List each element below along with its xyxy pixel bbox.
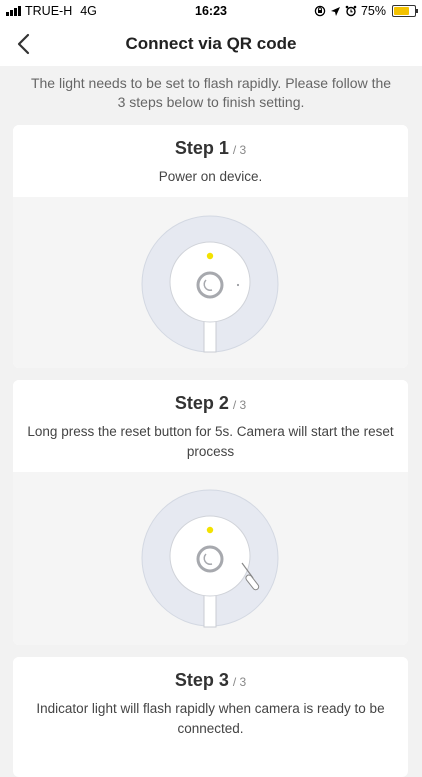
camera-power-on-illustration — [141, 215, 279, 353]
step-label: Step 3 — [174, 670, 229, 690]
step-title: Step 3/ 3 — [13, 657, 408, 693]
alarm-clock-icon — [345, 5, 357, 17]
step-total: / 3 — [232, 143, 247, 157]
step-illustration — [13, 472, 408, 645]
status-right: 75% — [314, 4, 418, 18]
location-arrow-icon — [330, 6, 340, 16]
status-bar: TRUE-H 4G 16:23 75% — [0, 0, 422, 22]
step-illustration — [13, 197, 408, 368]
camera-reset-illustration — [141, 489, 279, 628]
step-title: Step 1/ 3 — [13, 125, 408, 161]
indicator-light-icon — [206, 252, 214, 260]
battery-icon — [392, 5, 418, 17]
step-label: Step 1 — [174, 138, 229, 158]
step-title: Step 2/ 3 — [13, 380, 408, 416]
screen-rotation-lock-icon — [314, 5, 326, 17]
intro-text: The light needs to be set to flash rapid… — [30, 75, 392, 110]
page-title: Connect via QR code — [125, 34, 297, 53]
step-header: Step 3/ 3 Indicator light will flash rap… — [13, 657, 408, 738]
step-card-1: Step 1/ 3 Power on device. — [13, 125, 408, 368]
battery-percent: 75% — [360, 4, 386, 18]
step-description: Indicator light will flash rapidly when … — [36, 701, 385, 736]
step-label: Step 2 — [174, 393, 229, 413]
step-description: Power on device. — [158, 169, 263, 184]
step-total: / 3 — [232, 398, 247, 412]
step-card-2: Step 2/ 3 Long press the reset button fo… — [13, 380, 408, 645]
step-description: Long press the reset button for 5s. Came… — [27, 424, 394, 459]
step-header: Step 1/ 3 Power on device. — [13, 125, 408, 187]
nav-bar: Connect via QR code — [0, 22, 422, 66]
indicator-light-icon — [206, 526, 214, 534]
step-header: Step 2/ 3 Long press the reset button fo… — [13, 380, 408, 461]
step-card-3: Step 3/ 3 Indicator light will flash rap… — [13, 657, 408, 777]
step-total: / 3 — [232, 675, 247, 689]
